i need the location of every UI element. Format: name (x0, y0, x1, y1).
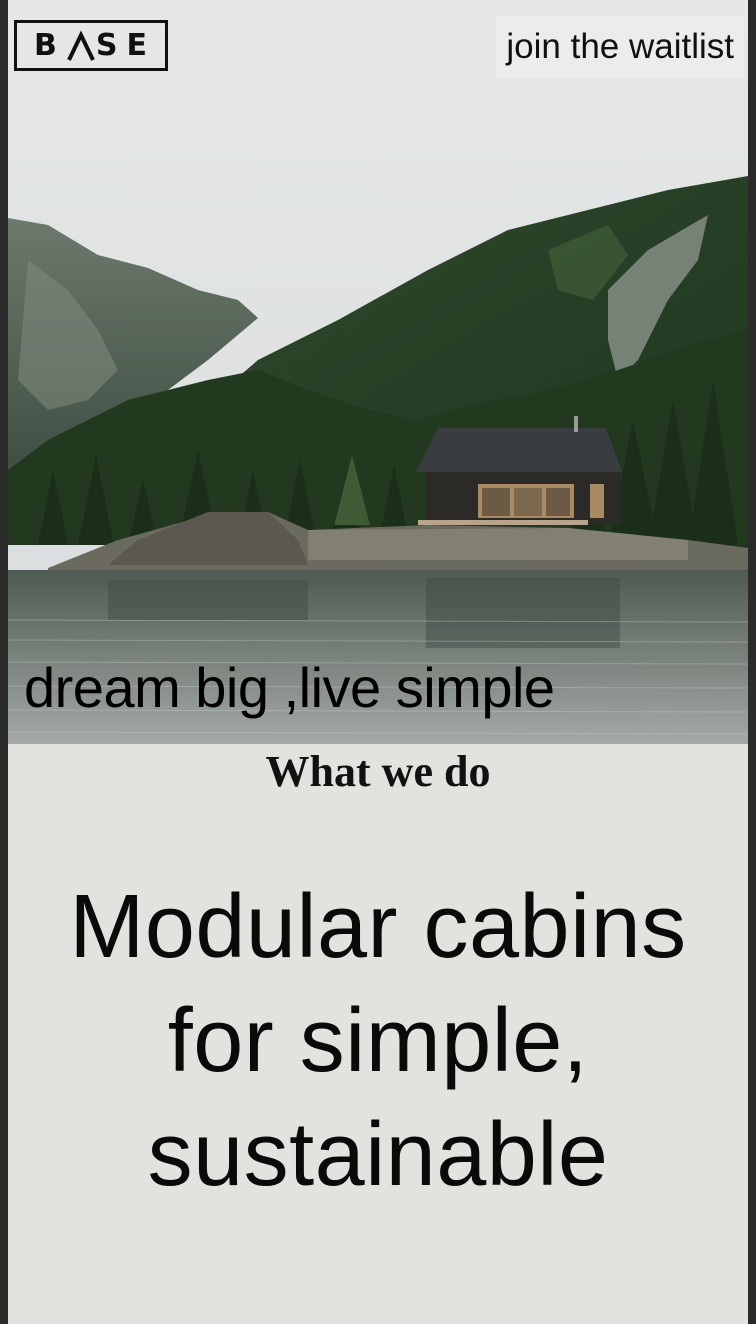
hero-section: B S E join the waitlist dream big ,live … (8, 0, 748, 744)
hero-image (8, 0, 748, 744)
logo-a-peak-icon (66, 29, 96, 62)
join-waitlist-button[interactable]: join the waitlist (496, 16, 744, 78)
section-headline: Modular cabins for simple, sustainable (69, 877, 687, 1205)
logo-letter-b: B (34, 27, 66, 63)
hero-tagline: dream big ,live simple (24, 656, 555, 719)
brand-logo[interactable]: B S E (14, 20, 168, 71)
logo-letter-e: E (126, 27, 156, 63)
logo-letter-s: S (95, 27, 127, 63)
page: B S E join the waitlist dream big ,live … (8, 0, 748, 1324)
section-heading: What we do (265, 747, 491, 796)
